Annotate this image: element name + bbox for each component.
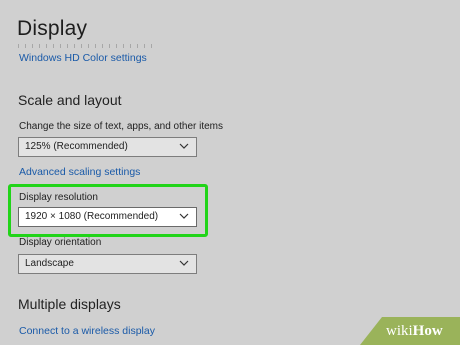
resolution-dropdown[interactable]: 1920 × 1080 (Recommended): [18, 207, 197, 227]
orientation-label: Display orientation: [19, 237, 102, 248]
advanced-scaling-link[interactable]: Advanced scaling settings: [19, 166, 140, 178]
display-settings-page: Display Windows HD Color settings Scale …: [0, 0, 460, 345]
scale-dropdown-value: 125% (Recommended): [25, 141, 128, 152]
hd-color-settings-link[interactable]: Windows HD Color settings: [19, 52, 147, 64]
resolution-label: Display resolution: [19, 192, 98, 203]
chevron-down-icon: [179, 260, 189, 266]
wireless-display-link[interactable]: Connect to a wireless display: [19, 325, 155, 337]
chevron-down-icon: [179, 143, 189, 149]
text-size-label: Change the size of text, apps, and other…: [19, 121, 224, 132]
resolution-dropdown-value: 1920 × 1080 (Recommended): [25, 211, 159, 222]
chevron-down-icon: [179, 213, 189, 219]
wikihow-watermark: wikiHow: [360, 317, 460, 345]
multiple-displays-heading: Multiple displays: [18, 296, 121, 312]
scale-layout-heading: Scale and layout: [18, 92, 122, 108]
orientation-dropdown[interactable]: Landscape: [18, 254, 197, 274]
watermark-prefix: wiki: [386, 323, 413, 339]
scale-dropdown[interactable]: 125% (Recommended): [18, 137, 197, 157]
watermark-suffix: How: [412, 323, 443, 339]
orientation-dropdown-value: Landscape: [25, 258, 74, 269]
watermark-logo-text: wikiHow: [386, 323, 443, 340]
divider: [18, 44, 158, 48]
page-title: Display: [17, 17, 88, 40]
